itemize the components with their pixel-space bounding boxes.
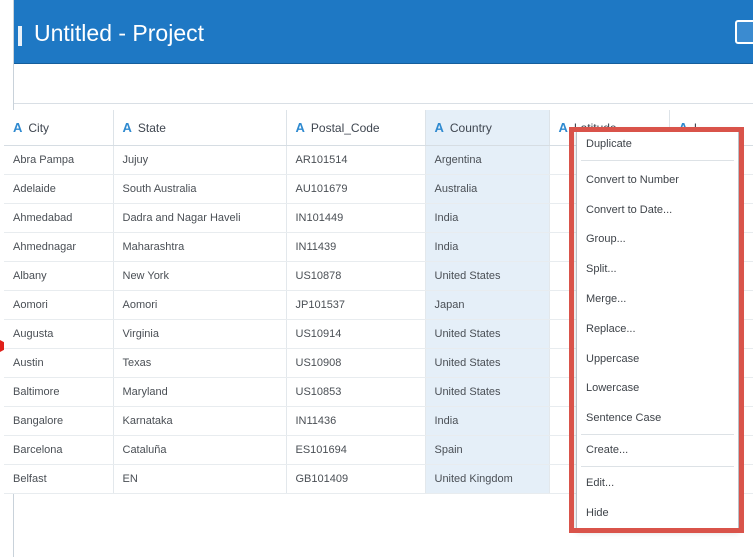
menu-item-convert-to-date[interactable]: Convert to Date... [586,204,672,216]
cell-city[interactable]: Albany [4,261,114,291]
cell-city[interactable]: Abra Pampa [4,145,114,175]
cell-country[interactable]: United Kingdom [425,464,550,494]
cell-postal-code[interactable]: GB101409 [286,464,426,494]
menu-item-group[interactable]: Group... [586,233,626,245]
column-header-country[interactable]: A Country [425,110,550,146]
attribute-a-icon: A [13,119,23,135]
cell-country[interactable]: Argentina [425,145,550,175]
cell-postal-code[interactable]: US10914 [286,319,426,349]
cell-country[interactable]: United States [425,348,550,378]
column-header-label: City [28,120,50,135]
attribute-a-icon: A [122,119,132,135]
menu-item-lowercase[interactable]: Lowercase [586,382,639,394]
cell-postal-code[interactable]: IN101449 [286,203,426,233]
cell-city[interactable]: Adelaide [4,174,114,204]
cell-city[interactable]: Aomori [4,290,114,320]
cell-postal-code[interactable]: AR101514 [286,145,426,175]
menu-separator [581,160,734,161]
cell-country[interactable]: Australia [425,174,550,204]
attribute-a-icon: A [558,119,568,135]
title-bar: Untitled - Project [14,0,753,64]
column-header-city[interactable]: A City [4,110,114,146]
cell-state[interactable]: Jujuy [113,145,287,175]
cell-postal-code[interactable]: JP101537 [286,290,426,320]
menu-item-replace[interactable]: Replace... [586,323,636,335]
cell-city[interactable]: Ahmedabad [4,203,114,233]
column-header-label: Postal_Code [310,120,380,135]
column-header-label: State [137,120,166,135]
title-bar-button[interactable] [735,20,753,44]
column-header-postal-code[interactable]: A Postal_Code [286,110,426,146]
cell-country[interactable]: Spain [425,435,550,465]
cell-postal-code[interactable]: US10853 [286,377,426,407]
cell-country[interactable]: United States [425,377,550,407]
toolbar [14,64,753,104]
cell-state[interactable]: New York [113,261,287,291]
window-title: Untitled - Project [34,20,205,46]
cell-city[interactable]: Belfast [4,464,114,494]
attribute-a-icon: A [295,119,305,135]
column-header-state[interactable]: A State [113,110,287,146]
cell-postal-code[interactable]: ES101694 [286,435,426,465]
cell-postal-code[interactable]: IN11436 [286,406,426,436]
window-grip-icon[interactable] [18,26,22,46]
menu-item-merge[interactable]: Merge... [586,293,626,305]
menu-item-convert-to-number[interactable]: Convert to Number [586,174,679,186]
cell-city[interactable]: Ahmednagar [4,232,114,262]
attribute-a-icon: A [434,119,444,135]
cell-state[interactable]: EN [113,464,287,494]
cell-state[interactable]: Maharashtra [113,232,287,262]
cell-city[interactable]: Augusta [4,319,114,349]
cell-state[interactable]: Cataluña [113,435,287,465]
cell-state[interactable]: South Australia [113,174,287,204]
cell-state[interactable]: Dadra and Nagar Haveli [113,203,287,233]
menu-separator [581,434,734,435]
cell-state[interactable]: Aomori [113,290,287,320]
cell-postal-code[interactable]: US10878 [286,261,426,291]
cell-city[interactable]: Baltimore [4,377,114,407]
column-context-menu: Duplicate Convert to Number Convert to D… [576,129,739,530]
cell-country[interactable]: India [425,406,550,436]
cell-country[interactable]: Japan [425,290,550,320]
cell-city[interactable]: Barcelona [4,435,114,465]
cell-postal-code[interactable]: IN11439 [286,232,426,262]
menu-item-hide[interactable]: Hide [586,507,609,519]
menu-item-create[interactable]: Create... [586,444,628,456]
menu-separator [581,466,734,467]
cell-state[interactable]: Virginia [113,319,287,349]
cell-postal-code[interactable]: AU101679 [286,174,426,204]
cell-country[interactable]: India [425,232,550,262]
cell-city[interactable]: Bangalore [4,406,114,436]
menu-item-split[interactable]: Split... [586,263,617,275]
menu-item-duplicate[interactable]: Duplicate [586,138,632,150]
menu-item-sentence-case[interactable]: Sentence Case [586,412,661,424]
cell-country[interactable]: India [425,203,550,233]
cell-state[interactable]: Karnataka [113,406,287,436]
column-header-label: Country [449,120,492,135]
cell-postal-code[interactable]: US10908 [286,348,426,378]
menu-item-uppercase[interactable]: Uppercase [586,353,639,365]
cell-city[interactable]: Austin [4,348,114,378]
cell-state[interactable]: Maryland [113,377,287,407]
cell-state[interactable]: Texas [113,348,287,378]
cell-country[interactable]: United States [425,319,550,349]
menu-item-edit[interactable]: Edit... [586,477,614,489]
cell-country[interactable]: United States [425,261,550,291]
